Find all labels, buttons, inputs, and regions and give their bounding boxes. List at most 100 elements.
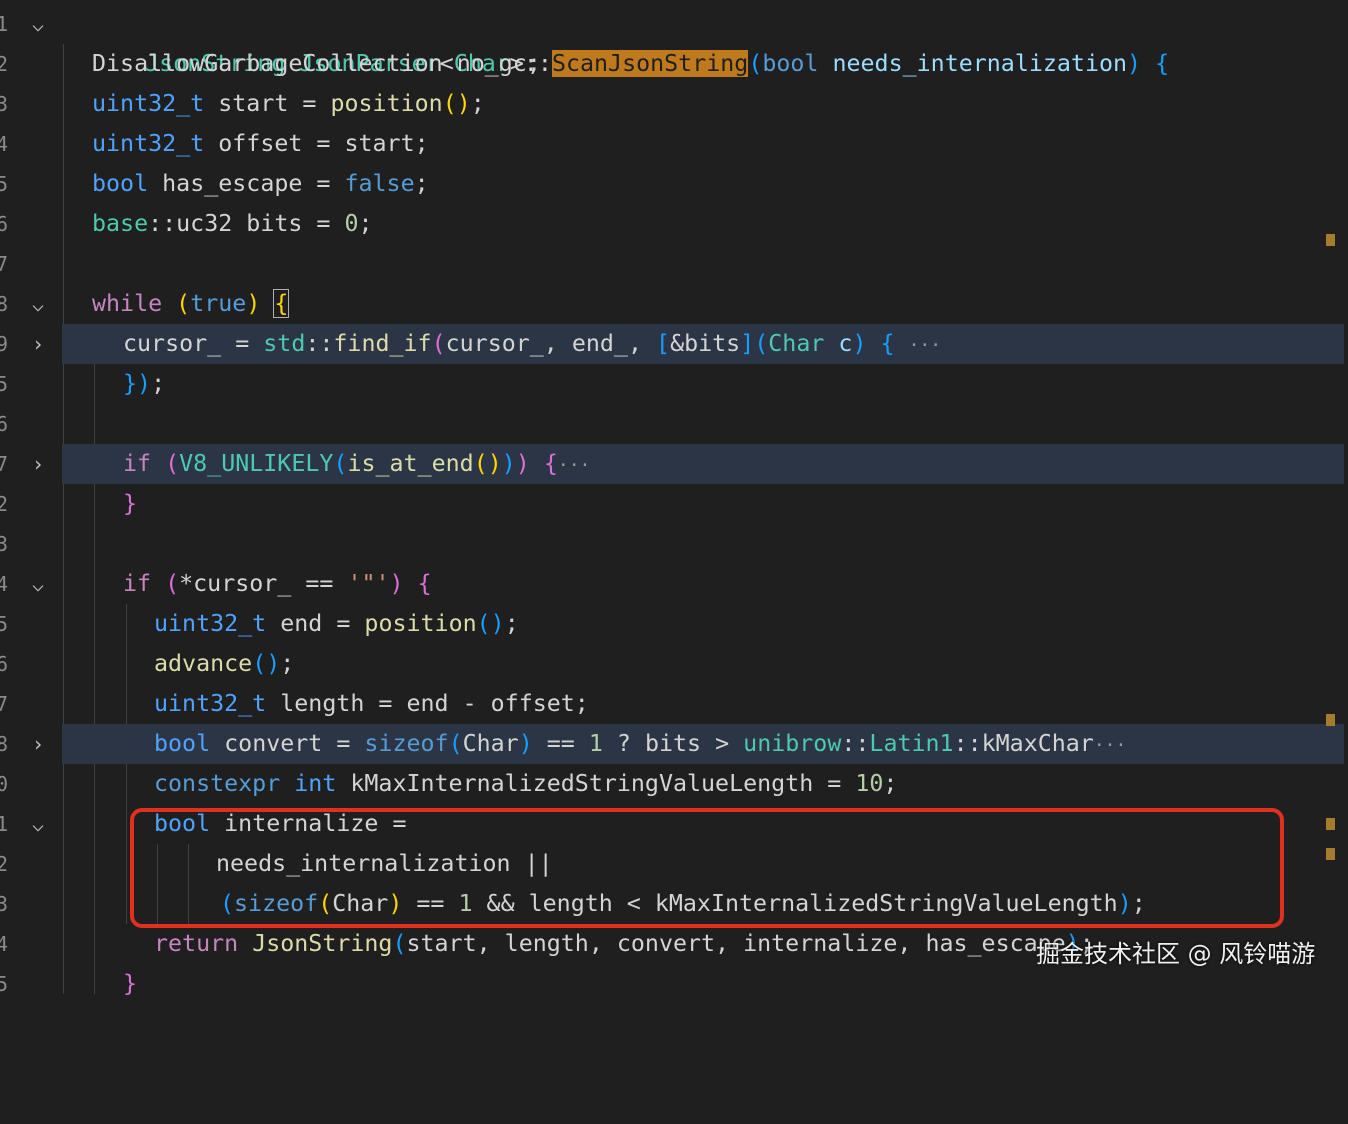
token: ( — [448, 730, 463, 757]
gutter: 7 › — [0, 444, 62, 484]
token: uint32_t — [154, 690, 267, 717]
code-line[interactable]: 7 uint32_t length = end - offset; — [0, 684, 1344, 724]
token: ) — [515, 450, 530, 477]
chevron-down-icon[interactable]: ⌵ — [26, 4, 50, 44]
token: uint32_t — [92, 130, 205, 157]
code-line[interactable]: 6 advance(); — [0, 644, 1344, 684]
token: return — [154, 930, 239, 957]
token: }) — [123, 370, 152, 397]
code-line[interactable]: 7 — [0, 244, 1344, 284]
token: cursor_, end_, — [445, 330, 642, 357]
token: bool — [92, 170, 149, 197]
token: ( — [431, 330, 446, 357]
token: ) — [518, 730, 533, 757]
line-number: 5 — [0, 972, 9, 996]
token: position — [364, 610, 477, 637]
folded-code-line[interactable]: bool convert = sizeof(Char) == 1 ? bits … — [62, 724, 1344, 764]
line-number: 1 — [0, 12, 9, 36]
code-line[interactable]: 2 DisallowGarbageCollection no_gc; — [0, 44, 1344, 84]
token: ( — [333, 450, 348, 477]
code-line[interactable]: 3 uint32_t start = position(); — [0, 84, 1344, 124]
code-line[interactable]: 2 } — [0, 484, 1344, 524]
token: convert = — [224, 730, 351, 757]
line-number: 3 — [0, 92, 9, 116]
chevron-right-icon[interactable]: › — [26, 324, 50, 364]
token: () — [476, 610, 505, 637]
code-line[interactable]: 1 ⌵ JsonString JsonParser<Char>::ScanJso… — [0, 4, 1344, 77]
folded-code-line[interactable]: cursor_ = std::find_if(cursor_, end_, [&… — [62, 324, 1344, 364]
token: offset = start; — [218, 130, 429, 157]
code-line[interactable]: 6 base::uc32 bits = 0; — [0, 204, 1344, 244]
token: ::kMaxChar — [953, 730, 1094, 757]
folded-ellipsis-icon[interactable]: ··· — [558, 455, 591, 476]
token: advance — [154, 650, 253, 677]
token: ) — [246, 290, 261, 317]
token: ; — [470, 90, 485, 117]
line-number: 4 — [0, 932, 9, 956]
folded-code-line[interactable]: if (V8_UNLIKELY(is_at_end())) {··· — [62, 444, 1344, 484]
chevron-right-icon[interactable]: › — [26, 444, 50, 484]
token: uint32_t — [154, 610, 267, 637]
token: ] — [740, 330, 755, 357]
token: ; — [414, 170, 429, 197]
line-number: 2 — [0, 492, 9, 516]
token: V8_UNLIKELY — [179, 450, 334, 477]
token: 1 — [588, 730, 603, 757]
code-line[interactable]: 5 bool has_escape = false; — [0, 164, 1344, 204]
chevron-down-icon[interactable]: ⌵ — [26, 284, 50, 324]
gutter: 9 › — [0, 324, 62, 364]
token: ) — [852, 330, 867, 357]
folded-ellipsis-icon[interactable]: ··· — [909, 335, 942, 356]
token: cursor_ = — [123, 330, 250, 357]
line-number: 1 — [0, 812, 9, 836]
code-line[interactable]: 4 ⌵ if (*cursor_ == '"') { — [0, 564, 1344, 604]
token: position — [330, 90, 443, 117]
code-line[interactable]: 5 uint32_t end = position(); — [0, 604, 1344, 644]
line-number: 8 — [0, 732, 9, 756]
code-line[interactable]: 0 constexpr int kMaxInternalizedStringVa… — [0, 764, 1344, 804]
token: ? bits > — [616, 730, 730, 757]
line-number: 7 — [0, 692, 9, 716]
token: ; — [151, 370, 166, 397]
token: start, length, convert, internalize, has… — [406, 930, 1066, 957]
token: Latin1 — [869, 730, 954, 757]
token: has_escape = — [162, 170, 331, 197]
token: Char — [768, 330, 825, 357]
token: c — [838, 330, 853, 357]
line-number: 6 — [0, 212, 9, 236]
watermark: 掘金技术社区 @ 风铃喵游 — [1036, 940, 1316, 968]
chevron-down-icon[interactable]: ⌵ — [26, 804, 50, 844]
folded-ellipsis-icon[interactable]: ··· — [1094, 735, 1127, 756]
line-number: 6 — [0, 652, 9, 676]
token: ; — [280, 650, 295, 677]
gutter: 8 › — [0, 724, 62, 764]
token: int — [294, 770, 337, 797]
code-line[interactable]: 5 } — [0, 964, 1344, 1004]
code-line[interactable]: 3 — [0, 524, 1344, 564]
token: [ — [656, 330, 671, 357]
code-line[interactable]: 8 ⌵ while (true) { — [0, 284, 1344, 324]
token: :: — [305, 330, 334, 357]
token: ::uc32 bits = — [148, 210, 331, 237]
chevron-down-icon[interactable]: ⌵ — [26, 564, 50, 604]
code-line[interactable]: 6 — [0, 404, 1344, 444]
token: ( — [392, 930, 407, 957]
token: start = — [218, 90, 317, 117]
code-line[interactable]: 4 uint32_t offset = start; — [0, 124, 1344, 164]
token: if — [123, 450, 152, 477]
line-number: 7 — [0, 452, 9, 476]
token: bool — [154, 730, 211, 757]
code-line[interactable]: 5 }); — [0, 364, 1344, 404]
token: no_gc; — [456, 50, 541, 77]
scrollbar-marker — [1326, 234, 1335, 246]
line-number: 5 — [0, 612, 9, 636]
code-editor[interactable]: 1 ⌵ JsonString JsonParser<Char>::ScanJso… — [0, 0, 1348, 997]
line-number: 2 — [0, 52, 9, 76]
token: constexpr — [154, 770, 281, 797]
line-number: 6 — [0, 412, 9, 436]
token: end = — [280, 610, 351, 637]
line-number: 3 — [0, 892, 9, 916]
token: if — [123, 570, 152, 597]
chevron-right-icon[interactable]: › — [26, 724, 50, 764]
token: ( — [165, 570, 180, 597]
